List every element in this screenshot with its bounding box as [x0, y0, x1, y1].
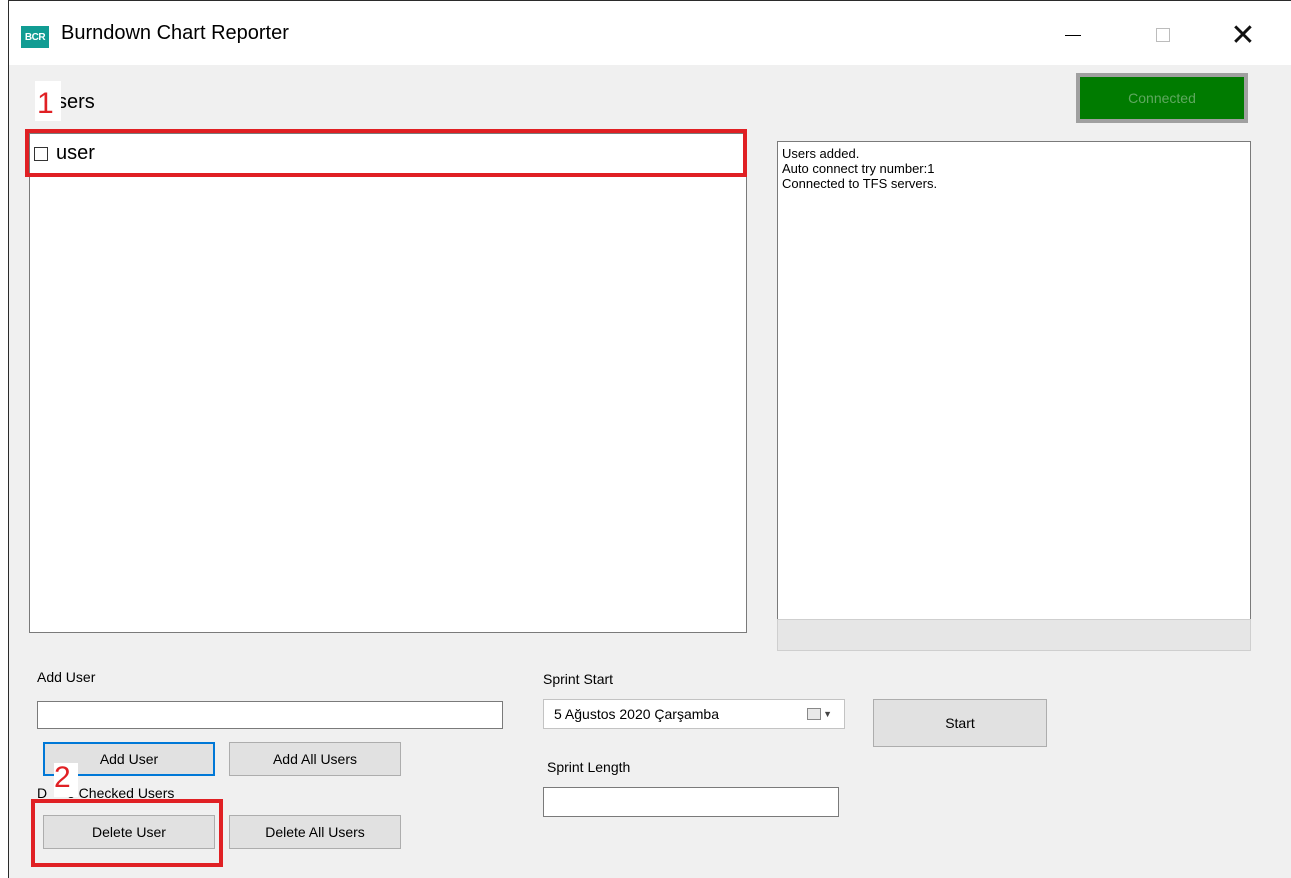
add-all-users-button[interactable]: Add All Users	[229, 742, 401, 776]
users-checked-list[interactable]: user	[29, 133, 747, 633]
close-icon: ✕	[1230, 18, 1256, 52]
add-user-input[interactable]	[37, 701, 503, 729]
list-item-user[interactable]: user	[34, 142, 95, 165]
sprint-start-date-picker[interactable]: 5 Ağustos 2020 Çarşamba ▼	[543, 699, 845, 729]
delete-checked-users-prefix: D	[37, 785, 48, 801]
sprint-length-input[interactable]	[543, 787, 839, 817]
sprint-length-label: Sprint Length	[547, 759, 631, 775]
app-logo-icon: BCR	[21, 26, 49, 48]
connection-status-indicator: Connected	[1076, 73, 1248, 123]
log-output[interactable]: Users added. Auto connect try number:1 C…	[777, 141, 1251, 621]
app-window: BCR Burndown Chart Reporter ✕ sers 1 use…	[8, 0, 1291, 878]
annotation-marker-2: 2	[54, 761, 71, 794]
delete-all-users-button[interactable]: Delete All Users	[229, 815, 401, 849]
users-heading: sers	[57, 91, 95, 113]
log-line: Auto connect try number:1	[782, 161, 935, 176]
sprint-start-label: Sprint Start	[543, 671, 614, 687]
minimize-button[interactable]	[1043, 11, 1103, 59]
log-line: Users added.	[782, 146, 860, 161]
delete-checked-users-label: e Checked Users	[67, 785, 175, 801]
add-user-label: Add User	[37, 669, 96, 685]
maximize-button[interactable]	[1133, 11, 1193, 59]
minimize-icon	[1065, 34, 1081, 36]
sprint-start-value: 5 Ağustos 2020 Çarşamba	[554, 706, 719, 722]
list-item-label: user	[56, 142, 95, 164]
title-bar: BCR Burndown Chart Reporter ✕	[9, 1, 1291, 65]
user-checkbox[interactable]	[34, 146, 48, 161]
annotation-marker-1: 1	[37, 87, 54, 120]
maximize-icon	[1156, 28, 1170, 42]
calendar-icon[interactable]	[807, 708, 822, 720]
window-title: Burndown Chart Reporter	[61, 22, 289, 44]
log-line: Connected to TFS servers.	[782, 176, 938, 191]
chevron-down-icon[interactable]: ▼	[823, 709, 832, 719]
close-button[interactable]: ✕	[1213, 11, 1273, 59]
delete-user-button[interactable]: Delete User	[43, 815, 215, 849]
connection-status-label: Connected	[1080, 77, 1244, 119]
log-status-strip	[777, 619, 1251, 651]
start-button[interactable]: Start	[873, 699, 1047, 747]
